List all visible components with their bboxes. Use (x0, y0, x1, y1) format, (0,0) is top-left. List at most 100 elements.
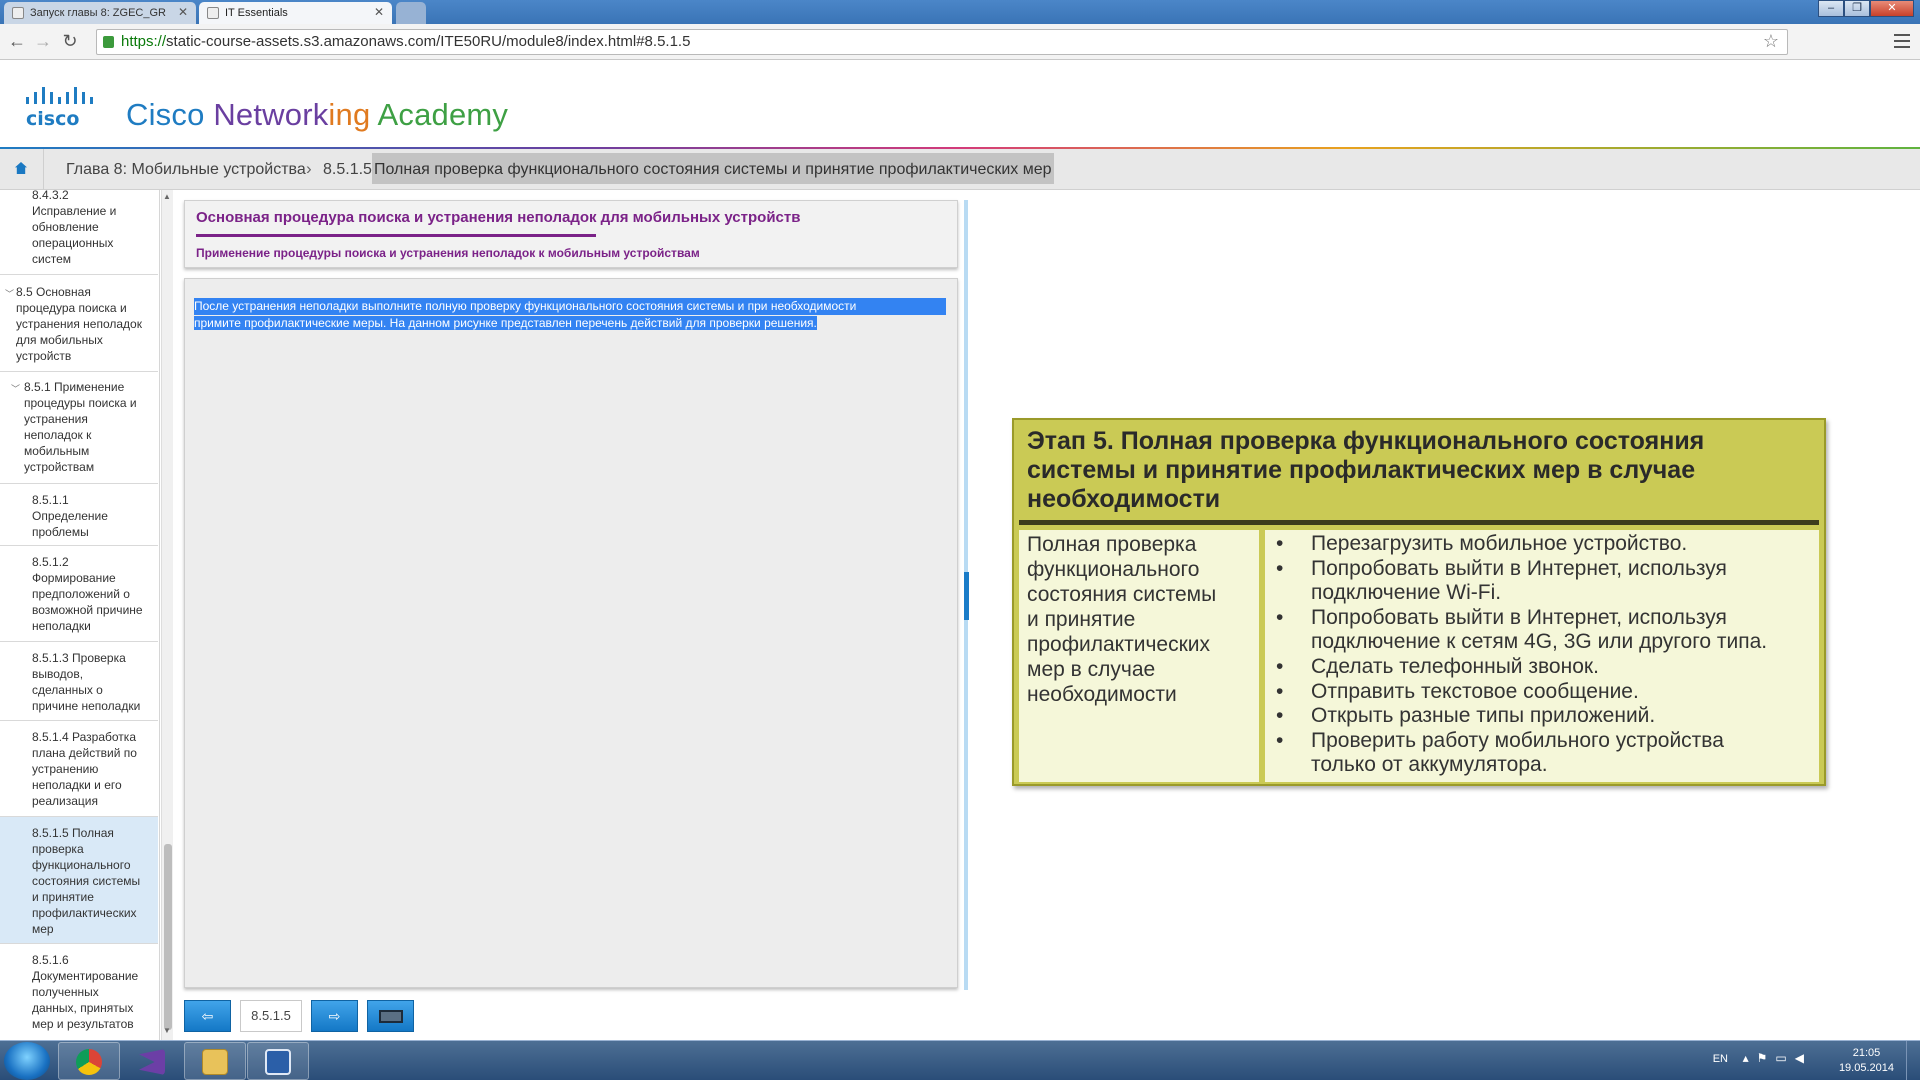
toc-item-8-5-1-4[interactable]: 8.5.1.4 Разработка плана действий по уст… (0, 721, 158, 817)
bullet-line: подключение к сетям 4G, 3G или другого т… (1311, 630, 1768, 654)
toc-line: неполадок к (24, 428, 92, 442)
toc-line: проверка (32, 842, 84, 856)
step5-right-cell: • Перезагрузить мобильное устройство. • … (1265, 530, 1819, 782)
bullet-dot: • (1276, 704, 1284, 728)
toc-item-8-5-1-1[interactable]: 8.5.1.1 Определение проблемы (0, 484, 158, 546)
toc-line: процедуры поиска и (24, 396, 137, 410)
visual-studio-icon (139, 1049, 165, 1075)
toc-line: мобильным (24, 444, 90, 458)
toc-item-8-5-1-6[interactable]: 8.5.1.6 Документирование полученных данн… (0, 944, 158, 1040)
step5-left-cell: Полная проверка функционального состояни… (1019, 530, 1259, 782)
list-item: • Проверить работу мобильного устройства… (1265, 729, 1819, 778)
list-item: • Открыть разные типы приложений. (1265, 704, 1819, 729)
taskbar-visual-studio[interactable] (121, 1042, 183, 1080)
back-arrow-icon[interactable]: ← (6, 31, 28, 53)
toc-line: 8.5.1.3 Проверка (32, 651, 126, 665)
home-icon (15, 162, 27, 174)
toc-line: устранения неполадок (16, 317, 142, 331)
bullet-line: Перезагрузить мобильное устройство. (1311, 532, 1688, 555)
toc-item-8-5-1-5[interactable]: 8.5.1.5 Полная проверка функционального … (0, 817, 158, 944)
bullet-line: Попробовать выйти в Интернет, используя (1311, 556, 1727, 580)
toc-item-8-5-1[interactable]: ﹀ 8.5.1 Применение процедуры поиска и ус… (0, 372, 158, 484)
home-button[interactable] (0, 149, 44, 190)
taskbar-word[interactable] (247, 1042, 309, 1080)
list-item: • Перезагрузить мобильное устройство. (1265, 532, 1819, 557)
bookmark-star-icon[interactable]: ☆ (1763, 31, 1779, 52)
toc-line: функционального (32, 858, 131, 872)
toc-line: Документирование (32, 969, 139, 983)
tab-close-icon[interactable]: ✕ (178, 5, 188, 19)
toc-line: 8.5.1.4 Разработка (32, 730, 136, 744)
toc-line: систем (32, 252, 71, 266)
taskbar-explorer[interactable] (184, 1042, 246, 1080)
toc-line: проблемы (32, 525, 89, 539)
bullet-line: подключение Wi-Fi. (1311, 581, 1502, 605)
tab-1-label: Запуск главы 8: ZGEC_GR (30, 7, 166, 19)
toc-scrollbar-thumb[interactable] (164, 844, 172, 1030)
bullet-dot: • (1276, 654, 1284, 678)
bullet-line: Сделать телефонный звонок. (1311, 654, 1599, 678)
browser-tab-2[interactable]: IT Essentials ✕ (199, 2, 392, 24)
show-desktop-button[interactable] (1906, 1041, 1920, 1080)
windows-taskbar: EN ▴⚑▭◀ 21:05 19.05.2014 (0, 1040, 1920, 1080)
toc-line: операционных (32, 236, 114, 250)
toc-line: 8.5.1 Применение (24, 380, 125, 394)
lesson-paragraph[interactable]: После устранения неполадки выполните пол… (194, 298, 946, 332)
reload-icon[interactable]: ↻ (59, 31, 81, 53)
toc-item-8-5-1-2[interactable]: 8.5.1.2 Формирование предположений о воз… (0, 546, 158, 642)
scroll-down-icon[interactable]: ▼ (163, 1026, 171, 1035)
breadcrumb-separator: › (306, 159, 312, 178)
url-path: static-course-assets.s3.amazonaws.com/IT… (166, 33, 691, 50)
breadcrumb-current-title: Полная проверка функционального состояни… (372, 153, 1054, 184)
taskbar-chrome[interactable] (58, 1042, 120, 1080)
address-bar[interactable]: https://static-course-assets.s3.amazonaw… (96, 29, 1788, 55)
browser-menu-icon[interactable] (1894, 34, 1910, 48)
next-page-button[interactable]: ⇨ (311, 1000, 358, 1032)
left-cell-line: необходимости (1027, 683, 1177, 706)
browser-tab-1[interactable]: Запуск главы 8: ZGEC_GR ✕ (4, 2, 196, 24)
cisco-logo[interactable]: cisco (24, 83, 106, 127)
cisco-logo-text: cisco (26, 108, 79, 127)
scroll-up-icon[interactable]: ▲ (163, 192, 171, 201)
arrow-left-icon: ⇦ (201, 1008, 214, 1024)
toc-line: Исправление и (32, 204, 117, 218)
chevron-down-icon[interactable]: ﹀ (11, 381, 20, 397)
clock[interactable]: 21:05 19.05.2014 (1839, 1046, 1894, 1076)
maximize-button[interactable]: ❐ (1844, 0, 1870, 17)
forward-arrow-icon[interactable]: → (32, 31, 54, 53)
panel-splitter-handle[interactable] (964, 572, 969, 620)
toc-item-8-4-3-2[interactable]: 8.4.3.2 Исправление и обновление операци… (0, 190, 158, 275)
lesson-subtitle: Применение процедуры поиска и устранения… (196, 246, 700, 260)
language-indicator[interactable]: EN (1713, 1053, 1728, 1065)
left-cell-line: мер в случае (1027, 658, 1156, 681)
toc-line: неполадки и его (32, 778, 122, 792)
close-window-button[interactable]: ✕ (1870, 0, 1914, 17)
fullscreen-button[interactable] (367, 1000, 414, 1032)
lesson-paragraph-line-1: После устранения неполадки выполните пол… (194, 298, 946, 315)
left-cell-line: Полная проверка (1027, 533, 1197, 556)
toc-item-8-5-1-3[interactable]: 8.5.1.3 Проверка выводов, сделанных о пр… (0, 642, 158, 721)
chevron-down-icon[interactable]: ﹀ (5, 286, 14, 302)
tray-icons[interactable]: ▴⚑▭◀ (1743, 1051, 1812, 1065)
new-tab-button[interactable] (396, 2, 426, 24)
toc-scrollbar[interactable]: ▲ ▼ (161, 190, 173, 1040)
page-favicon-icon (207, 7, 219, 19)
browser-toolbar: ← → ↻ https://static-course-assets.s3.am… (0, 24, 1920, 60)
start-button[interactable] (4, 1042, 50, 1080)
minimize-button[interactable]: – (1818, 0, 1844, 17)
left-cell-line: функционального (1027, 558, 1200, 581)
step5-title: Этап 5. Полная проверка функционального … (1027, 427, 1705, 513)
clock-time: 21:05 (1852, 1047, 1881, 1059)
breadcrumb-chapter[interactable]: Глава 8: Мобильные устройства (66, 161, 306, 179)
toc-item-8-5[interactable]: ﹀ 8.5 Основная процедура поиска и устран… (0, 276, 158, 372)
brand-part-3: ing (328, 97, 371, 132)
toc-line: устранения (24, 412, 88, 426)
tab-2-label: IT Essentials (225, 7, 288, 19)
browser-tabstrip: Запуск главы 8: ZGEC_GR ✕ IT Essentials … (0, 0, 1920, 24)
bullet-dot: • (1276, 679, 1284, 703)
prev-page-button[interactable]: ⇦ (184, 1000, 231, 1032)
toc-line: устройствам (24, 460, 95, 474)
breadcrumb-current-num: 8.5.1.5 (323, 161, 372, 178)
tab-close-icon[interactable]: ✕ (374, 5, 384, 19)
lesson-paragraph-line-2: примите профилактические меры. На данном… (194, 316, 817, 330)
